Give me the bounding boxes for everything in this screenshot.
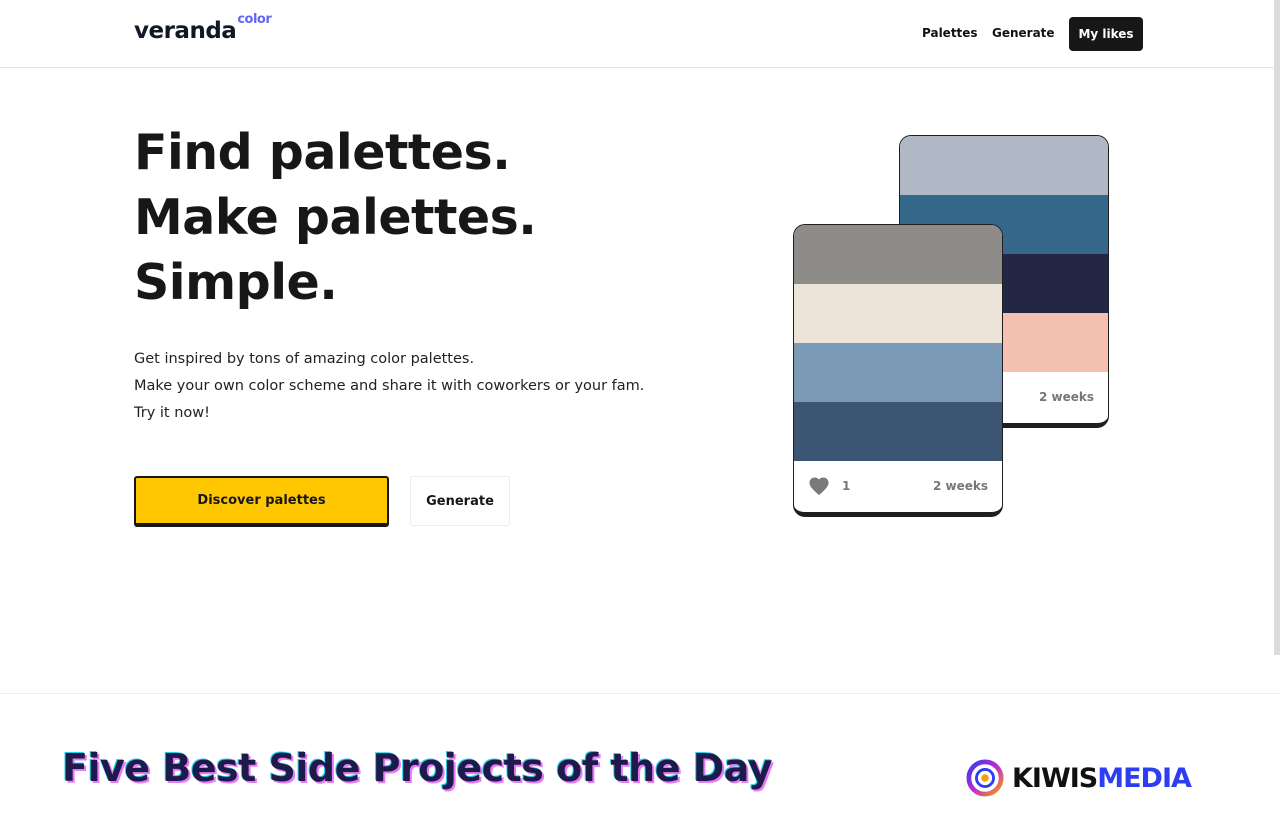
card-time: 2 weeks [1038,390,1094,404]
my-likes-button[interactable]: My likes [1069,17,1143,51]
brand-kiwis: KIWIS [1012,762,1098,794]
brand-media: MEDIA [1097,762,1192,794]
heart-icon[interactable] [808,476,830,496]
hero-description: Get inspired by tons of amazing color pa… [134,346,644,427]
like-count: 1 [842,479,851,493]
card-time: 2 weeks [932,479,988,493]
hero-desc-line-3: Try it now! [134,405,210,421]
palette-swatch[interactable] [794,402,1002,461]
hero-desc-line-1: Get inspired by tons of amazing color pa… [134,351,475,367]
section-divider [0,693,1280,694]
nav-link-palettes[interactable]: Palettes [922,26,978,40]
scrollbar[interactable] [1274,0,1280,655]
hero-title-line-3: Simple. [134,254,338,311]
palette-swatch[interactable] [794,343,1002,402]
palette-swatch[interactable] [794,284,1002,343]
hero-title-line-1: Find palettes. [134,124,511,181]
palette-card-front[interactable]: 1 2 weeks [793,224,1003,517]
palette-swatch[interactable] [900,136,1108,195]
generate-button[interactable]: Generate [410,476,510,526]
logo-main: veranda [134,18,237,44]
discover-palettes-button[interactable]: Discover palettes [134,476,389,527]
palette-swatch[interactable] [794,225,1002,284]
card-footer: 1 2 weeks [794,460,1002,512]
logo[interactable]: verandacolor [134,12,272,44]
nav-link-generate[interactable]: Generate [992,26,1055,40]
kiwismedia-brand: KIWIS MEDIA [966,758,1192,798]
banner-title: Five Best Side Projects of the Day [62,746,773,790]
hero-title-line-2: Make palettes. [134,189,537,246]
hero-desc-line-2: Make your own color scheme and share it … [134,378,645,394]
kiwismedia-logo-icon [966,759,1004,797]
top-navbar: verandacolor Palettes Generate My likes [0,0,1280,68]
hero-title: Find palettes. Make palettes. Simple. [134,120,537,315]
logo-sup: color [237,12,272,28]
